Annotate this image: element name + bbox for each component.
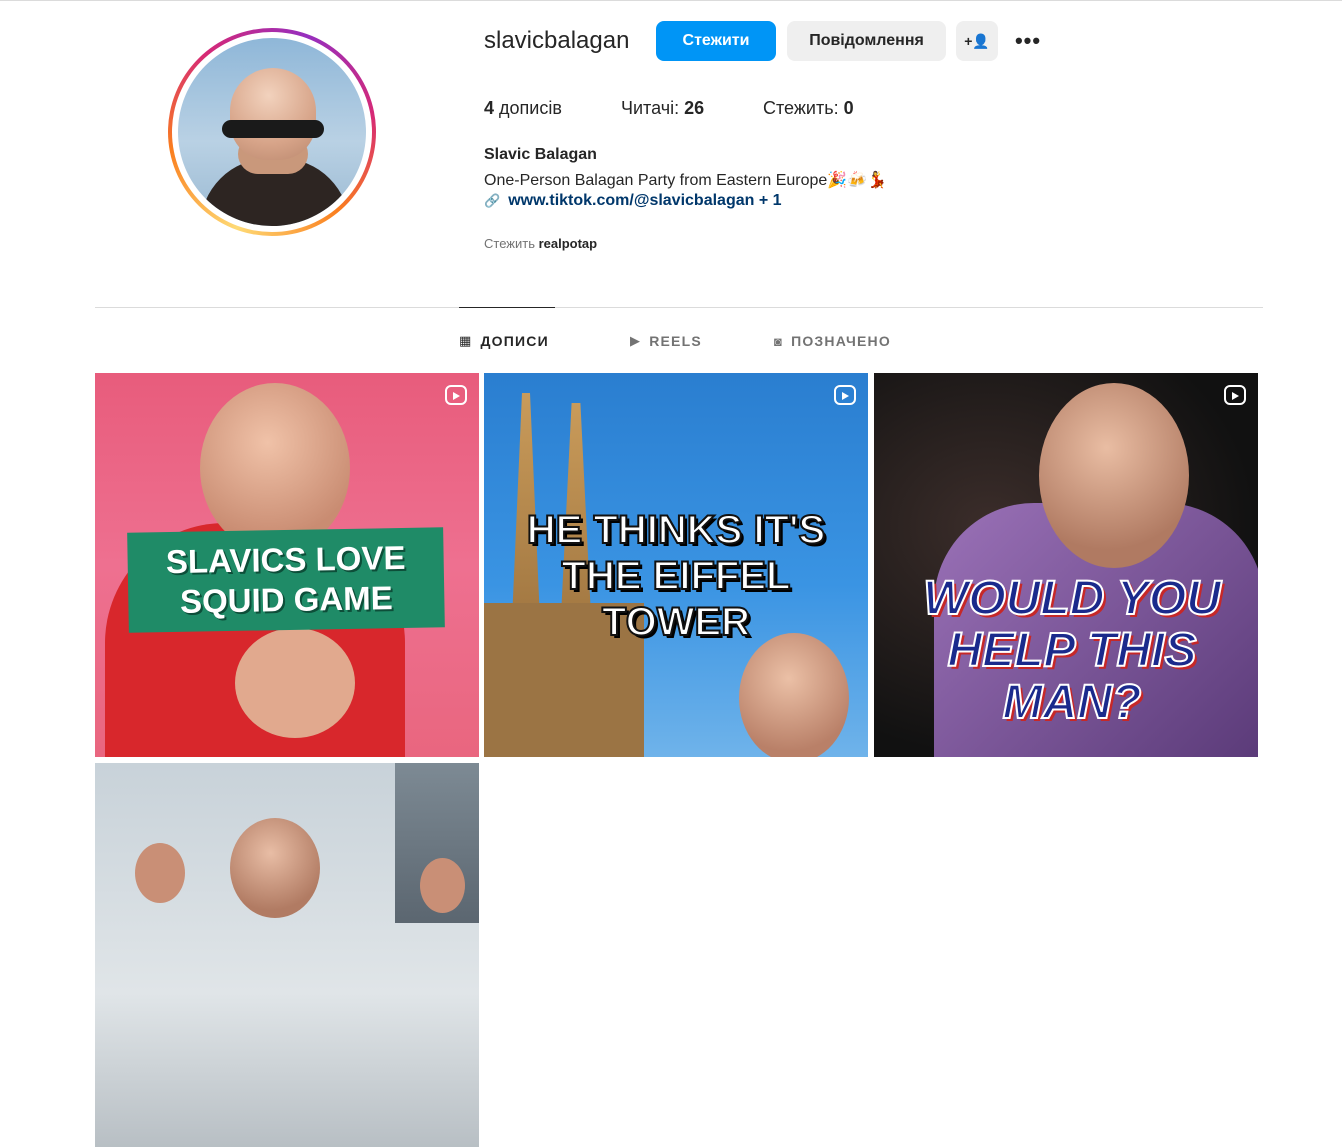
more-options-button[interactable]: ••• (1008, 21, 1048, 61)
reel-icon (834, 385, 856, 405)
avatar-head (230, 68, 316, 160)
posts-stat: 4 дописів (484, 98, 562, 119)
tab-reels[interactable]: ▶ REELS (630, 333, 702, 349)
bio-link-text: www.tiktok.com/@slavicbalagan + 1 (508, 192, 782, 209)
top-border (0, 0, 1342, 1)
post-caption-line: HE THINKS IT'S (526, 507, 826, 553)
post-figure-fist-left (135, 843, 185, 903)
add-user-icon: +👤 (964, 32, 990, 49)
following-stat[interactable]: Стежить: 0 (763, 98, 854, 119)
more-icon: ••• (1014, 28, 1042, 53)
followed-by-label: Стежить (484, 236, 535, 251)
posts-count: 4 (484, 98, 495, 118)
bio-text: One-Person Balagan Party from Eastern Eu… (484, 172, 888, 189)
tab-tagged-label: ПОЗНАЧЕНО (791, 333, 891, 349)
post-tile[interactable] (95, 763, 479, 1147)
reel-icon (1224, 385, 1246, 405)
post-figure-fist-right (420, 858, 465, 913)
reel-icon (445, 385, 467, 405)
message-button[interactable]: Повідомлення (787, 21, 946, 61)
post-caption-line: WOULD YOU (922, 572, 1222, 626)
full-name: Slavic Balagan (484, 146, 597, 163)
follow-button[interactable]: Стежити (656, 21, 776, 61)
active-tab-indicator (459, 307, 555, 308)
tab-posts[interactable]: ▦ ДОПИСИ (459, 333, 549, 349)
followers-label: Читачі: (621, 98, 680, 118)
post-figure-head (230, 818, 320, 918)
tabs-divider (95, 307, 1263, 308)
bio-link[interactable]: 🔗 www.tiktok.com/@slavicbalagan + 1 (484, 192, 782, 210)
followers-stat[interactable]: Читачі: 26 (621, 98, 704, 119)
post-caption: HE THINKS IT'S THE EIFFEL TOWER (484, 507, 868, 645)
post-tile[interactable]: SLAVICS LOVE SQUID GAME (95, 373, 479, 757)
add-user-button[interactable]: +👤 (956, 21, 998, 61)
post-caption-line: MAN? (1002, 676, 1143, 730)
posts-label: дописів (499, 98, 562, 118)
post-caption-line: THE EIFFEL TOWER (561, 553, 792, 645)
username: slavicbalagan (484, 27, 630, 54)
tab-tagged[interactable]: ◙ ПОЗНАЧЕНО (774, 333, 891, 349)
followed-by-user[interactable]: realpotap (539, 236, 598, 251)
tab-posts-label: ДОПИСИ (480, 333, 549, 349)
tab-reels-label: REELS (649, 333, 702, 349)
followers-count: 26 (684, 98, 705, 118)
post-figure-head (739, 633, 849, 757)
post-figure-head (200, 383, 350, 553)
story-ring[interactable] (168, 28, 376, 236)
post-caption-line: SLAVICS LOVE (165, 538, 406, 581)
post-figure-head (1039, 383, 1189, 568)
post-tile[interactable]: HE THINKS IT'S THE EIFFEL TOWER (484, 373, 868, 757)
post-caption: WOULD YOU HELP THIS MAN? (892, 572, 1252, 730)
post-caption: SLAVICS LOVE SQUID GAME (127, 527, 445, 633)
tagged-icon: ◙ (774, 333, 784, 349)
post-caption-line: HELP THIS (947, 624, 1198, 678)
avatar[interactable] (178, 38, 366, 226)
reels-icon: ▶ (630, 333, 642, 348)
following-count: 0 (843, 98, 854, 118)
link-icon: 🔗 (484, 193, 501, 208)
avatar-sunglasses (222, 120, 324, 138)
followed-by[interactable]: Стежить realpotap (484, 236, 597, 251)
following-label: Стежить: (763, 98, 839, 118)
post-tile[interactable]: WOULD YOU HELP THIS MAN? (874, 373, 1258, 757)
post-caption-line: SQUID GAME (179, 579, 393, 620)
grid-icon: ▦ (459, 333, 473, 348)
post-figure-fist (235, 628, 355, 738)
